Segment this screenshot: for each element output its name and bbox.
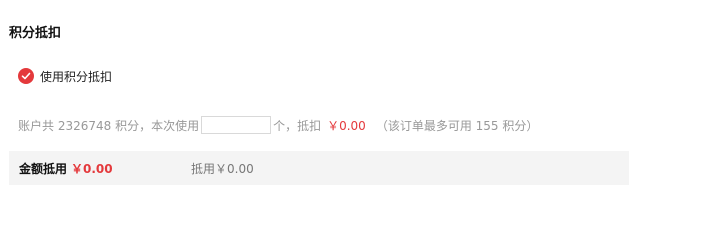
- deduct-amount: ￥0.00: [327, 118, 366, 133]
- points-usage-row: 账户共 2326748 积分，本次使用 个，抵扣 ￥0.00 （该订单最多可用 …: [18, 114, 538, 136]
- points-unit-text: 个，抵扣: [273, 118, 322, 133]
- points-quantity-input[interactable]: [201, 116, 272, 134]
- use-points-checkbox[interactable]: 使用积分抵扣: [18, 67, 112, 85]
- summary-deduct-text: 抵用￥0.00: [191, 161, 254, 176]
- deduction-summary-bar: 金额抵用 ￥0.00 抵用￥0.00: [9, 151, 629, 185]
- summary-amount: ￥0.00: [71, 161, 113, 176]
- account-points-text: 账户共 2326748 积分，本次使用: [18, 118, 200, 133]
- max-points-note: （该订单最多可用 155 积分）: [375, 118, 539, 133]
- section-title: 积分抵扣: [9, 26, 62, 41]
- summary-label: 金额抵用: [19, 161, 68, 176]
- use-points-label[interactable]: 使用积分抵扣: [40, 68, 112, 85]
- check-circle-icon[interactable]: [18, 68, 34, 84]
